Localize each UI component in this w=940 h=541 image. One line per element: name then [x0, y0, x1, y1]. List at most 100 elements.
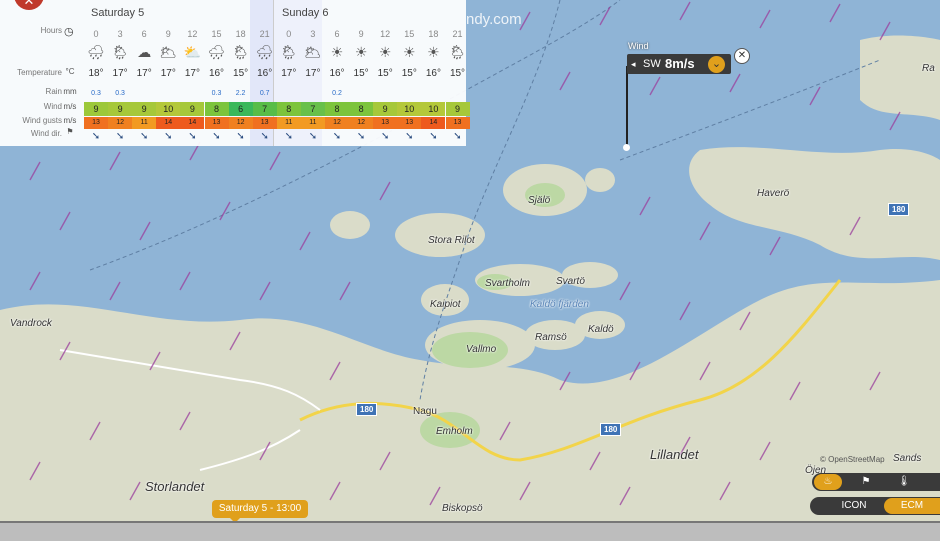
weather-icon: 🌦	[231, 44, 250, 60]
gust-cell: 12	[108, 117, 133, 129]
wind-dir-arrow-icon: ➘	[429, 131, 438, 142]
wind-dir-arrow-icon: ➘	[91, 131, 101, 142]
weather-icon: 🌦	[448, 44, 467, 60]
wind-dir-arrow-icon: ➘	[380, 131, 390, 142]
hour-cell: 12	[187, 29, 198, 39]
weather-icon: ☀	[403, 44, 416, 60]
hour-cell: 15	[211, 29, 222, 39]
hour-cell: 15	[404, 29, 415, 39]
gust-cell: 11	[276, 117, 301, 129]
thermometer-icon[interactable]: 🌡	[890, 474, 918, 490]
direction-arrow-icon: ◂	[631, 59, 636, 69]
temperature-cell: 15°	[377, 68, 393, 79]
time-indicator[interactable]: Saturday 5 - 13:00	[212, 500, 308, 523]
gust-cell: 13	[84, 117, 108, 129]
place-label: Emholm	[436, 426, 473, 437]
rain-cell: 0.2	[332, 90, 342, 97]
wind-cell: 9	[84, 102, 108, 116]
picker-anchor[interactable]	[623, 144, 630, 151]
place-label: Haverö	[757, 188, 790, 199]
row-label-dir: Wind dir.	[30, 129, 62, 138]
temperature-cell: 16°	[329, 68, 345, 79]
row-label-rain: Rain	[45, 87, 62, 96]
temperature-cell: 17°	[281, 68, 297, 79]
weather-icon: ⛅	[183, 44, 202, 60]
wind-dir-arrow-icon: ➘	[260, 131, 269, 142]
weather-icon: 🌥	[304, 44, 322, 60]
place-label: Vallmo	[466, 344, 497, 355]
close-icon[interactable]: ✕	[734, 48, 750, 64]
place-label: Svartö	[556, 276, 585, 287]
temperature-cell: 17°	[184, 68, 200, 79]
brand-watermark: ndy.com	[466, 11, 522, 28]
gust-cell: 12	[325, 117, 349, 129]
wind-dir-arrow-icon: ➘	[115, 131, 125, 142]
road-shield: 180	[356, 403, 378, 416]
temperature-cell: 15°	[449, 68, 466, 79]
wind-dir-arrow-icon: ➘	[332, 131, 342, 142]
wind-cell: 9	[180, 102, 205, 116]
gust-cell: 14	[180, 117, 205, 129]
temperature-cell: 17°	[160, 68, 176, 79]
wind-layer-icon[interactable]: ♨	[814, 474, 842, 490]
temperature-cell: 16°	[257, 68, 273, 79]
weather-icon: ☀	[427, 44, 440, 60]
wind-cell: 9	[108, 102, 133, 116]
temperature-cell: 16°	[425, 68, 441, 79]
place-label: Kaipiot	[430, 299, 461, 310]
wind-dir-arrow-icon: ➘	[453, 131, 462, 142]
timeline-bar[interactable]	[0, 521, 940, 541]
gust-cell: 13	[252, 117, 277, 129]
flag-icon: ⚑	[66, 127, 74, 136]
gust-cell: 13	[397, 117, 422, 129]
wind-cell: 10	[397, 102, 422, 116]
wind-dir-arrow-icon: ➘	[212, 131, 221, 142]
gust-cell: 13	[373, 117, 398, 129]
attribution: © OpenStreetMap	[820, 455, 885, 464]
rain-cell: 0.3	[211, 90, 222, 97]
hour-cell: 3	[117, 29, 123, 39]
place-label: Storlandet	[145, 479, 205, 494]
close-forecast-icon[interactable]: ✕	[14, 0, 44, 10]
wind-cell: 8	[204, 102, 229, 116]
picker-speed: 8m/s	[665, 56, 695, 71]
gust-cell: 11	[132, 117, 157, 129]
wind-cell: 8	[349, 102, 374, 116]
gust-cell: 14	[421, 117, 446, 129]
temperature-cell: 15°	[233, 68, 249, 79]
hour-cell: 6	[141, 29, 147, 39]
wind-dir-arrow-icon: ➘	[405, 131, 414, 142]
rain-cell: 0.3	[91, 90, 101, 97]
place-label: Biskopsö	[442, 503, 483, 514]
wind-dir-arrow-icon: ➘	[236, 131, 245, 142]
model-ecm-button[interactable]: ECM	[884, 498, 940, 514]
gust-cell: 11	[300, 117, 325, 129]
hour-cell: 18	[428, 29, 439, 39]
flag-icon[interactable]: ⚑	[852, 474, 880, 490]
place-label: Ramsö	[535, 332, 567, 343]
temperature-cell: 15°	[401, 68, 417, 79]
picker-title: Wind	[628, 41, 649, 51]
hour-cell: 0	[286, 29, 292, 39]
weather-icon: ☁	[137, 44, 152, 60]
place-label: Stora Rilot	[428, 235, 475, 246]
model-icon-button[interactable]: ICON	[824, 498, 884, 514]
row-label-gusts: Wind gusts	[22, 116, 62, 125]
place-label: Själö	[528, 195, 551, 206]
place-label: Ra	[922, 63, 935, 74]
day-label: Saturday 5	[91, 7, 145, 19]
gust-cell: 12	[349, 117, 374, 129]
row-label-wind: Wind	[43, 102, 62, 111]
unit-gusts: m/s	[63, 116, 77, 125]
hour-cell: 18	[235, 29, 246, 39]
wind-cell: 10	[156, 102, 181, 116]
row-label-hours: Hours	[40, 26, 62, 35]
chevron-down-icon[interactable]: ⌄	[708, 56, 725, 73]
road-shield: 180	[600, 423, 622, 436]
place-label: Kaldö fjärden	[530, 299, 589, 310]
temperature-cell: 17°	[112, 68, 128, 79]
weather-icon: 🌧	[207, 44, 226, 60]
weather-icon: 🌧	[87, 44, 105, 60]
hour-cell: 0	[93, 29, 99, 39]
gust-cell: 12	[228, 117, 253, 129]
